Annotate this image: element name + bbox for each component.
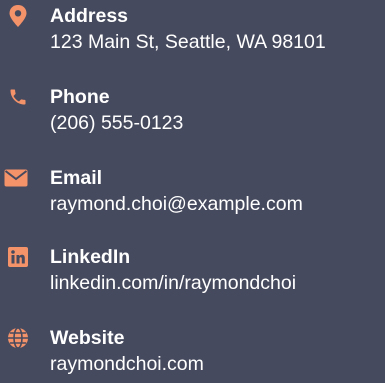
phone-icon — [6, 85, 30, 109]
envelope-icon — [4, 166, 28, 190]
contact-info-panel: Address 123 Main St, Seattle, WA 98101 P… — [0, 0, 385, 383]
contact-item-email: Email raymond.choi@example.com — [0, 166, 385, 236]
contact-item-website: Website raymondchoi.com — [0, 326, 385, 383]
contact-item-phone: Phone (206) 555-0123 — [0, 85, 385, 155]
linkedin-label: LinkedIn — [50, 246, 131, 268]
email-value: raymond.choi@example.com — [50, 193, 303, 215]
contact-item-linkedin: LinkedIn linkedin.com/in/raymondchoi — [0, 245, 385, 315]
website-label: Website — [50, 327, 125, 349]
contact-item-address: Address 123 Main St, Seattle, WA 98101 — [0, 4, 385, 74]
linkedin-icon — [6, 245, 30, 269]
linkedin-value[interactable]: linkedin.com/in/raymondchoi — [50, 269, 296, 297]
address-label: Address — [50, 5, 129, 27]
phone-label: Phone — [50, 86, 110, 108]
globe-icon — [6, 326, 30, 350]
email-label: Email — [50, 167, 103, 189]
address-value: 123 Main St, Seattle, WA 98101 — [50, 31, 326, 53]
phone-value: (206) 555-0123 — [50, 112, 184, 134]
map-marker-icon — [6, 4, 30, 28]
website-value[interactable]: raymondchoi.com — [50, 350, 204, 378]
